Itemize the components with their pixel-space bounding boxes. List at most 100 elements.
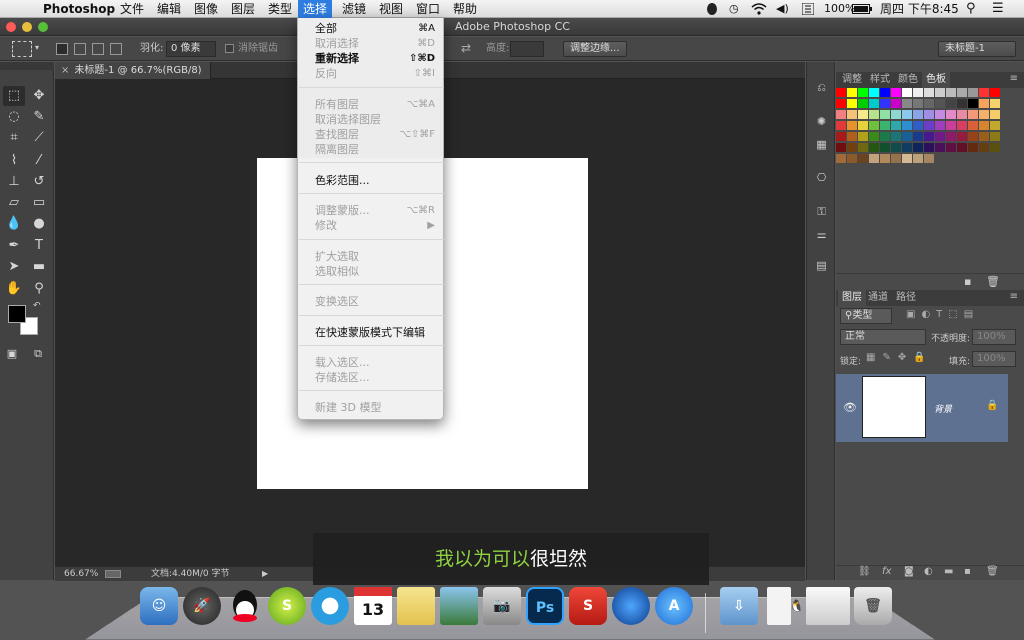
color-swatch[interactable] [957, 88, 967, 97]
color-swatch[interactable] [858, 88, 868, 97]
color-swatch[interactable] [891, 143, 901, 152]
color-swatch[interactable] [935, 99, 945, 108]
color-swatch[interactable] [880, 121, 890, 130]
eyedropper-tool-icon[interactable]: ⟋ [28, 128, 50, 148]
color-swatch[interactable] [847, 88, 857, 97]
color-swatch[interactable] [968, 132, 978, 141]
color-swatch[interactable] [836, 121, 846, 130]
color-swatch[interactable] [902, 121, 912, 130]
color-swatch[interactable] [869, 110, 879, 119]
gradient-tool-icon[interactable]: ▭ [28, 193, 50, 213]
foreground-color-swatch[interactable] [8, 305, 26, 323]
color-swatch[interactable] [858, 132, 868, 141]
visibility-eye-icon[interactable]: 👁 [843, 401, 857, 414]
layers-panel-menu-icon[interactable]: ≡ [1010, 291, 1018, 302]
minimize-window-button[interactable] [22, 22, 32, 32]
trash-icon[interactable]: 🗑 [854, 587, 892, 625]
color-swatch[interactable] [913, 88, 923, 97]
color-swatch[interactable] [902, 154, 912, 163]
rectangle-tool-icon[interactable]: ▬ [28, 257, 50, 277]
swap-colors-icon[interactable]: ↶ [33, 301, 41, 311]
app-store-icon[interactable]: A [655, 587, 693, 625]
history-panel-icon[interactable]: ⎌ [813, 80, 830, 95]
photoshop-icon[interactable]: Ps [526, 587, 564, 625]
color-swatch[interactable] [924, 132, 934, 141]
color-swatch[interactable] [891, 88, 901, 97]
color-swatch[interactable] [847, 121, 857, 130]
color-swatch[interactable] [847, 132, 857, 141]
color-swatch[interactable] [847, 143, 857, 152]
brush-settings-icon[interactable]: ✺ [813, 114, 830, 129]
color-swatch[interactable] [924, 154, 934, 163]
document-stack-icon[interactable] [767, 587, 791, 625]
color-swatch[interactable] [979, 99, 989, 108]
color-swatch[interactable] [902, 88, 912, 97]
lock-icons[interactable]: ▦✎✥🔒 [866, 352, 933, 363]
tab-color[interactable]: 颜色 [894, 72, 922, 88]
menu-item[interactable]: 在快速蒙版模式下编辑 [298, 325, 445, 340]
add-mask-icon[interactable]: ◙ [904, 566, 914, 577]
tab-layers[interactable]: 图层 [838, 290, 866, 306]
zoom-window-button[interactable] [38, 22, 48, 32]
color-swatch[interactable] [946, 121, 956, 130]
time-machine-icon[interactable]: ◷ [729, 0, 739, 18]
color-swatch[interactable] [990, 143, 1000, 152]
color-swatch[interactable] [836, 88, 846, 97]
menu-file[interactable]: 文件 [115, 0, 149, 18]
color-swatch[interactable] [836, 154, 846, 163]
color-swatch[interactable] [968, 88, 978, 97]
color-swatch[interactable] [858, 99, 868, 108]
color-swatch[interactable] [836, 99, 846, 108]
tab-paths[interactable]: 路径 [892, 290, 920, 306]
color-swatch[interactable] [847, 110, 857, 119]
intersect-selection-icon[interactable] [110, 43, 122, 55]
new-swatch-icon[interactable]: ▪ [964, 275, 971, 288]
preview-window-icon[interactable] [806, 587, 850, 625]
color-swatch[interactable] [968, 121, 978, 130]
bluetooth-icon[interactable] [801, 0, 815, 18]
notification-center-icon[interactable]: ☰ [992, 0, 1004, 18]
color-swatch[interactable] [979, 121, 989, 130]
standard-mode-icon[interactable]: ▣ [1, 344, 23, 364]
color-swatch[interactable] [924, 88, 934, 97]
color-swatch[interactable] [979, 110, 989, 119]
color-swatch[interactable] [946, 132, 956, 141]
color-swatch[interactable] [979, 132, 989, 141]
brush-presets-icon[interactable]: ▦ [813, 137, 830, 152]
swatch-grid[interactable] [836, 88, 1000, 164]
color-swatch[interactable] [924, 99, 934, 108]
image-capture-icon[interactable]: 📷 [483, 587, 521, 625]
menu-app-name[interactable]: Photoshop [38, 0, 120, 18]
eraser-tool-icon[interactable]: ▱ [3, 193, 25, 213]
screen-mode-icon[interactable]: ⧉ [27, 344, 49, 364]
properties-panel-icon[interactable]: ⚌ [813, 227, 830, 242]
new-layer-icon[interactable]: ▪ [964, 566, 971, 577]
color-swatch[interactable] [968, 143, 978, 152]
color-swatch[interactable] [946, 110, 956, 119]
brush-tool-icon[interactable]: ⁄ [28, 151, 50, 171]
color-swatch[interactable] [869, 88, 879, 97]
fill-input[interactable]: 100% [972, 351, 1016, 367]
downloads-folder-icon[interactable]: ⇩ [720, 587, 758, 625]
info-panel-icon[interactable]: ▤ [813, 258, 830, 273]
clone-stamp-tool-icon[interactable]: ⊥ [3, 172, 25, 192]
blend-mode-select[interactable]: 正常 [840, 329, 926, 345]
color-swatch[interactable] [935, 88, 945, 97]
dodge-tool-icon[interactable]: ● [28, 214, 50, 234]
color-swatch[interactable] [880, 99, 890, 108]
color-swatch[interactable] [902, 99, 912, 108]
color-swatch[interactable] [924, 143, 934, 152]
history-brush-tool-icon[interactable]: ↺ [28, 172, 50, 192]
menu-filter[interactable]: 滤镜 [337, 0, 371, 18]
new-selection-icon[interactable] [56, 43, 68, 55]
color-swatch[interactable] [957, 99, 967, 108]
quick-selection-tool-icon[interactable]: ✎ [28, 107, 50, 127]
menubar-clock[interactable]: 周四 下午8:45 [880, 0, 959, 18]
menu-image[interactable]: 图像 [189, 0, 223, 18]
battery-icon[interactable] [852, 0, 872, 18]
tab-channels[interactable]: 通道 [864, 290, 892, 306]
color-swatch[interactable] [957, 143, 967, 152]
color-swatch[interactable] [869, 99, 879, 108]
add-selection-icon[interactable] [74, 43, 86, 55]
menu-type[interactable]: 类型 [263, 0, 297, 18]
